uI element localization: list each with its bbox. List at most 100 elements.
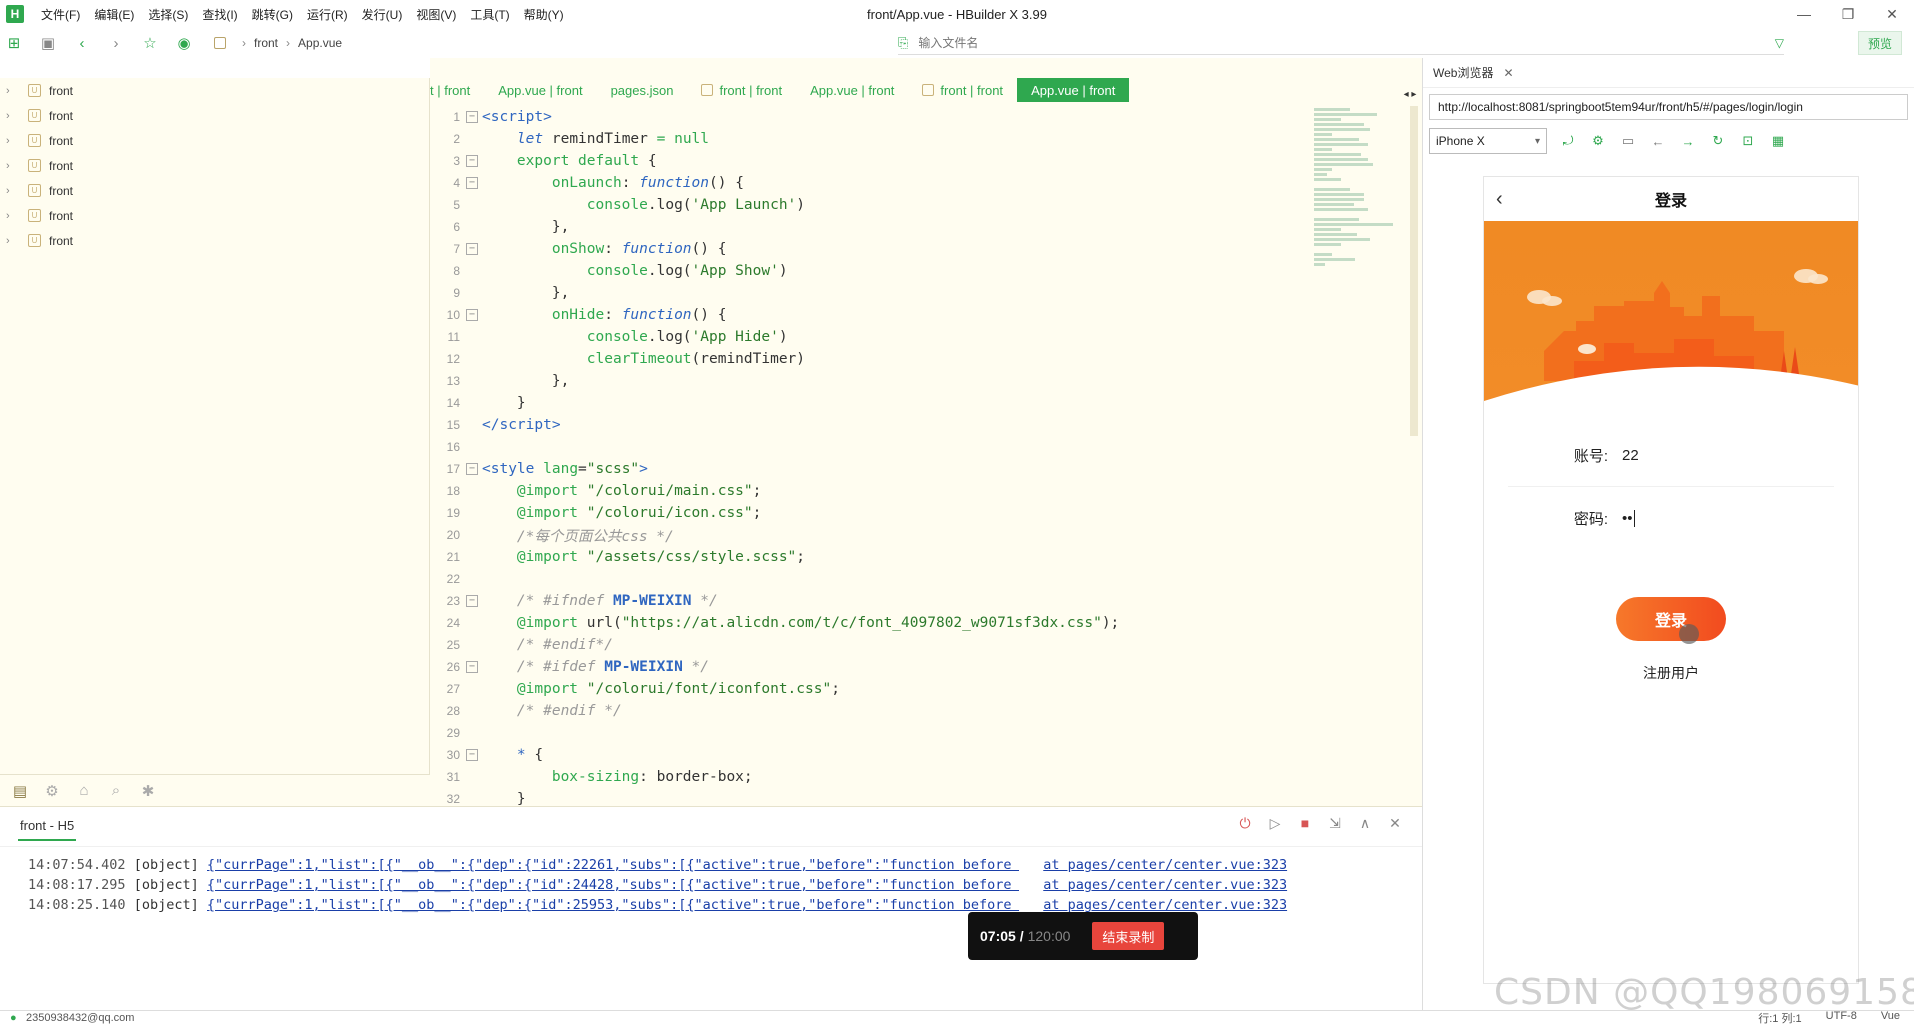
close-icon[interactable]: ✕ bbox=[1870, 0, 1914, 28]
lock-icon[interactable]: ⊡ bbox=[1733, 133, 1763, 149]
save-icon[interactable]: ▣ bbox=[34, 31, 62, 55]
device-select[interactable]: iPhone X bbox=[1429, 128, 1547, 154]
fold-toggle-icon[interactable]: − bbox=[466, 111, 478, 123]
project-tree-item[interactable]: › Ufront bbox=[0, 78, 429, 103]
project-tree-item[interactable]: › Ufront bbox=[0, 228, 429, 253]
editor-tab[interactable]: App.vue | front bbox=[796, 78, 908, 102]
url-bar[interactable]: http://localhost:8081/springboot5tem94ur… bbox=[1429, 94, 1908, 120]
run-icon[interactable]: ◉ bbox=[170, 31, 198, 55]
chevron-right-icon[interactable]: › bbox=[6, 160, 20, 172]
chevron-right-icon[interactable]: › bbox=[6, 85, 20, 97]
account-label[interactable]: 2350938432@qq.com bbox=[26, 1012, 134, 1024]
editor-tab[interactable]: App.vue | front bbox=[1017, 78, 1130, 102]
chevron-right-icon[interactable]: › bbox=[6, 135, 20, 147]
minimap[interactable] bbox=[1314, 106, 1404, 626]
editor-scrollbar[interactable] bbox=[1410, 106, 1418, 436]
close-icon[interactable]: ✕ bbox=[1503, 66, 1513, 80]
collapse-up-icon[interactable]: ∧ bbox=[1350, 815, 1380, 832]
editor-tab[interactable]: t | front bbox=[430, 78, 484, 102]
minimap-line bbox=[1314, 218, 1359, 221]
clear-console-icon[interactable]: ✕ bbox=[1380, 815, 1410, 832]
editor-tab[interactable]: App.vue | front bbox=[484, 78, 596, 102]
register-link[interactable]: 注册用户 bbox=[1484, 663, 1858, 683]
menu-item[interactable]: 视图(V) bbox=[409, 6, 463, 23]
project-tree-item[interactable]: › Ufront bbox=[0, 203, 429, 228]
settings-icon[interactable]: ⚙ bbox=[1583, 133, 1613, 149]
terminate-icon[interactable]: ■ bbox=[1290, 815, 1320, 832]
menu-item[interactable]: 工具(T) bbox=[463, 6, 516, 23]
restart-icon[interactable]: ▷ bbox=[1260, 815, 1290, 832]
log-source-link[interactable]: at pages/center/center.vue:323 bbox=[1043, 855, 1287, 875]
minimize-icon[interactable]: — bbox=[1782, 0, 1826, 28]
fold-toggle-icon[interactable]: − bbox=[466, 595, 478, 607]
log-source-link[interactable]: at pages/center/center.vue:323 bbox=[1043, 875, 1287, 895]
stop-recording-button[interactable]: 结束录制 bbox=[1092, 922, 1165, 950]
password-input[interactable]: •• bbox=[1622, 509, 1635, 527]
file-search-input[interactable] bbox=[918, 35, 1619, 50]
account-input[interactable] bbox=[1622, 447, 1802, 464]
fold-toggle-icon[interactable]: − bbox=[466, 177, 478, 189]
fold-toggle-icon[interactable]: − bbox=[466, 749, 478, 761]
tab-scroll-arrows[interactable]: ◂ ▸ bbox=[1398, 89, 1422, 100]
project-tree-item[interactable]: › Ufront bbox=[0, 103, 429, 128]
fold-toggle-icon[interactable]: − bbox=[466, 661, 478, 673]
menu-item[interactable]: 文件(F) bbox=[34, 6, 87, 23]
menu-item[interactable]: 发行(U) bbox=[355, 6, 410, 23]
console-tab[interactable]: front - H5 bbox=[18, 813, 77, 841]
line-number: 4 bbox=[453, 176, 460, 190]
project-tree-item[interactable]: › Ufront bbox=[0, 178, 429, 203]
chevron-right-icon[interactable]: › bbox=[6, 185, 20, 197]
forward-arrow-icon[interactable]: › bbox=[102, 31, 130, 55]
favorite-star-icon[interactable]: ☆ bbox=[136, 31, 164, 55]
restore-icon[interactable]: ❐ bbox=[1826, 0, 1870, 28]
menu-item[interactable]: 编辑(E) bbox=[87, 6, 141, 23]
code-area[interactable]: 1− <script> 2 let remindTimer = null 3− exp… bbox=[430, 106, 1310, 806]
menu-item[interactable]: 帮助(Y) bbox=[517, 6, 571, 23]
filter-icon[interactable]: ▽ bbox=[1775, 36, 1784, 50]
refresh-icon[interactable]: ↻ bbox=[1703, 133, 1733, 149]
back-icon[interactable]: ← bbox=[1643, 134, 1673, 149]
fold-toggle-icon[interactable]: − bbox=[466, 243, 478, 255]
forward-icon[interactable]: → bbox=[1673, 134, 1703, 149]
code-text: } bbox=[482, 395, 526, 411]
search-files-icon[interactable]: ⌕ bbox=[100, 782, 132, 799]
chevron-right-icon[interactable]: › bbox=[6, 210, 20, 222]
devtools-icon[interactable]: ▭ bbox=[1613, 133, 1643, 149]
back-chevron-icon[interactable]: ‹ bbox=[1496, 188, 1503, 211]
fold-toggle-icon[interactable]: − bbox=[466, 463, 478, 475]
log-object-link[interactable]: {"currPage":1,"list":[{"__ob__":{"dep":{… bbox=[207, 855, 1019, 875]
log-object-link[interactable]: {"currPage":1,"list":[{"__ob__":{"dep":{… bbox=[207, 875, 1019, 895]
stop-icon[interactable]: ⏻ bbox=[1230, 815, 1260, 832]
chevron-right-icon[interactable]: › bbox=[6, 235, 20, 247]
fold-toggle-icon[interactable]: − bbox=[466, 309, 478, 321]
login-button[interactable]: 登录 bbox=[1616, 597, 1726, 641]
menu-item[interactable]: 运行(R) bbox=[300, 6, 355, 23]
editor-tab[interactable]: front | front bbox=[908, 78, 1017, 102]
log-object-link[interactable]: {"currPage":1,"list":[{"__ob__":{"dep":{… bbox=[207, 895, 1019, 915]
rotate-icon[interactable]: ⤾ bbox=[1553, 133, 1583, 149]
folder-icon[interactable]: ▤ bbox=[4, 782, 36, 800]
project-tree-item[interactable]: › Ufront bbox=[0, 128, 429, 153]
plugin-icon[interactable]: ⚙ bbox=[36, 782, 68, 800]
fold-toggle-icon[interactable]: − bbox=[466, 155, 478, 167]
menu-item[interactable]: 选择(S) bbox=[141, 6, 195, 23]
debug-icon[interactable]: ✱ bbox=[132, 782, 164, 800]
back-arrow-icon[interactable]: ‹ bbox=[68, 31, 96, 55]
fold-gutter bbox=[466, 617, 478, 629]
browser-tab[interactable]: Web浏览器 ✕ bbox=[1423, 58, 1914, 88]
minimap-line bbox=[1314, 208, 1368, 211]
archive-icon[interactable]: ⌂ bbox=[68, 782, 100, 799]
menu-item[interactable]: 查找(I) bbox=[195, 6, 244, 23]
log-entry: 14:08:17.295 [object] {"currPage":1,"lis… bbox=[28, 875, 1394, 895]
editor-tab[interactable]: pages.json bbox=[597, 78, 688, 102]
qrcode-icon[interactable]: ▦ bbox=[1763, 133, 1793, 149]
breadcrumb-project[interactable]: front bbox=[254, 36, 278, 50]
export-icon[interactable]: ⇲ bbox=[1320, 815, 1350, 832]
new-file-icon[interactable]: ⊞ bbox=[0, 31, 28, 55]
editor-tab[interactable]: front | front bbox=[687, 78, 796, 102]
chevron-right-icon[interactable]: › bbox=[6, 110, 20, 122]
menu-item[interactable]: 跳转(G) bbox=[245, 6, 300, 23]
project-tree-item[interactable]: › Ufront bbox=[0, 153, 429, 178]
breadcrumb-file[interactable]: App.vue bbox=[298, 36, 342, 50]
preview-button[interactable]: 预览 bbox=[1858, 31, 1902, 55]
